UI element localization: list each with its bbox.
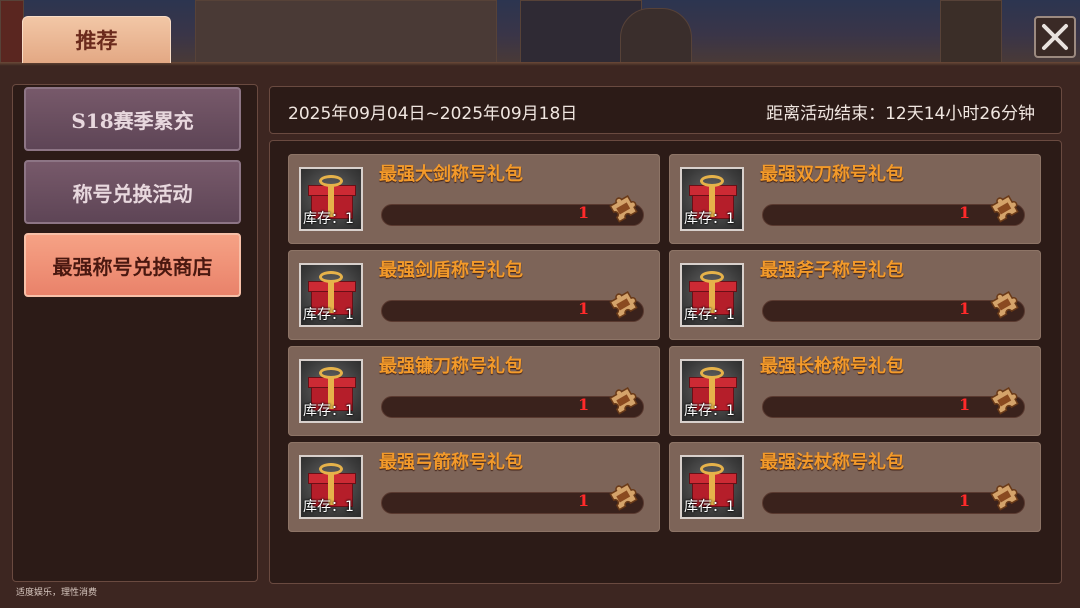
gift-pack-card[interactable]: 库存：1 最强法杖称号礼包 1 (669, 442, 1041, 532)
item-grid: 库存：1 最强大剑称号礼包 1 库存：1 最强双刀称号礼包 1 库存：1 最强剑… (269, 140, 1062, 584)
sidebar-item-title-exchange[interactable]: 称号兑换活动 (24, 160, 241, 224)
tab-recommend-label: 推荐 (75, 28, 118, 53)
exchange-progress-bar (762, 300, 1025, 322)
sidebar-item-label: S18赛季累充 (71, 108, 194, 133)
sidebar-item-label: 称号兑换活动 (72, 181, 193, 206)
stock-label: 库存：1 (684, 211, 735, 227)
event-info-bar: 2025年09月04日~2025年09月18日 距离活动结束：12天14小时26… (269, 86, 1062, 134)
stock-label: 库存：1 (303, 211, 354, 227)
required-count: 1 (959, 395, 971, 414)
stock-label: 库存：1 (303, 499, 354, 515)
strongest-puzzle-badge-icon (990, 195, 1019, 223)
gift-pack-card[interactable]: 库存：1 最强镰刀称号礼包 1 (288, 346, 660, 436)
gift-pack-card[interactable]: 库存：1 最强双刀称号礼包 1 (669, 154, 1041, 244)
tab-recommend[interactable]: 推荐 (22, 16, 171, 63)
gift-pack-name: 最强大剑称号礼包 (379, 164, 523, 185)
required-count: 1 (959, 203, 971, 222)
strongest-puzzle-badge-icon (990, 387, 1019, 415)
gift-pack-name: 最强法杖称号礼包 (760, 452, 904, 473)
sidebar-item-title-shop[interactable]: 最强称号兑换商店 (24, 233, 241, 297)
sidebar: S18赛季累充 称号兑换活动 最强称号兑换商店 (12, 84, 258, 582)
gift-pack-slot[interactable]: 库存：1 (680, 167, 744, 231)
required-count: 1 (578, 491, 590, 510)
stock-label: 库存：1 (303, 307, 354, 323)
gift-pack-name: 最强弓箭称号礼包 (379, 452, 523, 473)
gift-pack-name: 最强镰刀称号礼包 (379, 356, 523, 377)
exchange-progress-bar (762, 396, 1025, 418)
gift-pack-slot[interactable]: 库存：1 (680, 263, 744, 327)
stock-label: 库存：1 (684, 307, 735, 323)
required-count: 1 (578, 203, 590, 222)
stock-label: 库存：1 (684, 499, 735, 515)
gift-pack-card[interactable]: 库存：1 最强斧子称号礼包 1 (669, 250, 1041, 340)
gift-pack-slot[interactable]: 库存：1 (299, 263, 363, 327)
strongest-puzzle-badge-icon (609, 195, 638, 223)
exchange-progress-bar (381, 204, 644, 226)
gift-pack-name: 最强长枪称号礼包 (760, 356, 904, 377)
stock-label: 库存：1 (303, 403, 354, 419)
strongest-puzzle-badge-icon (609, 387, 638, 415)
exchange-progress-bar (762, 204, 1025, 226)
event-countdown: 距离活动结束：12天14小时26分钟 (766, 104, 1035, 124)
gift-pack-slot[interactable]: 库存：1 (299, 455, 363, 519)
required-count: 1 (959, 299, 971, 318)
exchange-progress-bar (381, 492, 644, 514)
gift-pack-name: 最强双刀称号礼包 (760, 164, 904, 185)
exchange-progress-bar (762, 492, 1025, 514)
gift-pack-card[interactable]: 库存：1 最强长枪称号礼包 1 (669, 346, 1041, 436)
sidebar-item-label: 最强称号兑换商店 (52, 254, 213, 279)
strongest-puzzle-badge-icon (990, 483, 1019, 511)
gift-pack-slot[interactable]: 库存：1 (680, 455, 744, 519)
required-count: 1 (578, 299, 590, 318)
gift-pack-name: 最强斧子称号礼包 (760, 260, 904, 281)
strongest-puzzle-badge-icon (609, 483, 638, 511)
required-count: 1 (959, 491, 971, 510)
exchange-progress-bar (381, 300, 644, 322)
close-button[interactable] (1034, 16, 1076, 58)
sidebar-item-s18-recharge[interactable]: S18赛季累充 (24, 87, 241, 151)
gift-pack-card[interactable]: 库存：1 最强剑盾称号礼包 1 (288, 250, 660, 340)
gift-pack-slot[interactable]: 库存：1 (680, 359, 744, 423)
strongest-puzzle-badge-icon (609, 291, 638, 319)
gift-pack-slot[interactable]: 库存：1 (299, 359, 363, 423)
close-icon (1042, 24, 1068, 50)
required-count: 1 (578, 395, 590, 414)
gift-pack-card[interactable]: 库存：1 最强弓箭称号礼包 1 (288, 442, 660, 532)
event-date-range: 2025年09月04日~2025年09月18日 (288, 104, 578, 124)
gift-pack-card[interactable]: 库存：1 最强大剑称号礼包 1 (288, 154, 660, 244)
gift-pack-name: 最强剑盾称号礼包 (379, 260, 523, 281)
strongest-puzzle-badge-icon (990, 291, 1019, 319)
healthy-gaming-notice: 适度娱乐，理性消费 (16, 588, 98, 598)
stock-label: 库存：1 (684, 403, 735, 419)
exchange-progress-bar (381, 396, 644, 418)
gift-pack-slot[interactable]: 库存：1 (299, 167, 363, 231)
